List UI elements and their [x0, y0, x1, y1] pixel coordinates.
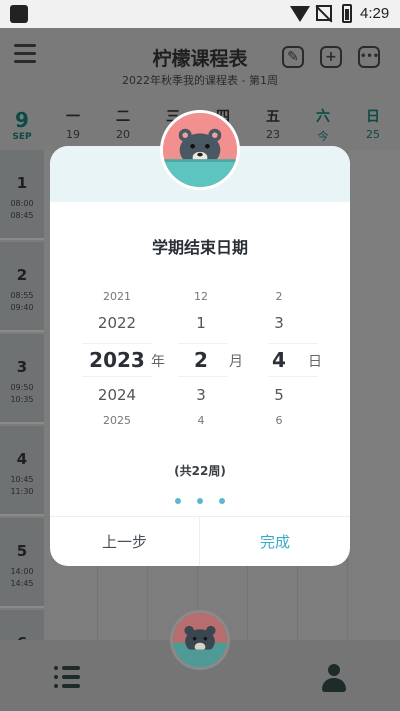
weekday-date: 今	[317, 130, 329, 143]
month-indicator: 9 SEP	[0, 108, 44, 142]
period-start: 09:50	[10, 383, 34, 392]
period-end: 10:35	[10, 395, 34, 404]
weekday-date: 25	[366, 128, 380, 141]
week-count-note: (共22周)	[174, 464, 226, 478]
period-start: 08:00	[10, 199, 34, 208]
month-unit-label: 月	[229, 354, 243, 370]
period-end: 14:45	[10, 579, 34, 588]
period-end: 11:30	[10, 487, 34, 496]
step-indicator	[50, 489, 350, 508]
picker-selected: 4	[272, 348, 286, 372]
previous-step-button[interactable]: 上一步	[50, 517, 200, 566]
year-unit-label: 年	[151, 354, 165, 370]
weekday-label: 二	[116, 109, 130, 125]
picker-option: 2	[275, 290, 283, 303]
weekday-sat[interactable]: 六 今	[298, 106, 348, 144]
picker-option: 3	[274, 314, 284, 332]
weekday-label: 五	[266, 109, 280, 125]
edit-icon[interactable]: ✎	[282, 46, 304, 68]
weekday-label: 一	[66, 109, 80, 125]
period-cell: 1 08:00 08:45	[0, 150, 44, 240]
weekday-tue[interactable]: 二 20	[98, 106, 148, 141]
picker-option: 3	[196, 386, 206, 404]
bear-icon	[163, 113, 237, 187]
period-end: 08:45	[10, 211, 34, 220]
period-number: 3	[16, 358, 28, 376]
no-signal-icon	[316, 5, 332, 21]
done-button[interactable]: 完成	[200, 517, 350, 566]
add-icon[interactable]: +	[320, 46, 342, 68]
weekday-label: 六	[316, 109, 330, 125]
semester-end-date-dialog: 学期结束日期 2021 2022 2023 2024 2025 年 12 1 2…	[50, 146, 350, 566]
weekday-fri[interactable]: 五 23	[248, 106, 298, 141]
picker-option: 6	[275, 414, 283, 427]
period-cell: 2 08:55 09:40	[0, 242, 44, 332]
period-number: 2	[16, 266, 28, 284]
bear-icon	[173, 613, 227, 667]
weekday-date: 19	[66, 128, 80, 141]
picker-option: 4	[197, 414, 205, 427]
period-end: 09:40	[10, 303, 34, 312]
picker-option: 1	[196, 314, 206, 332]
bear-avatar-button[interactable]	[170, 610, 230, 670]
weekday-label: 日	[366, 109, 380, 125]
weekday-date: 23	[266, 128, 280, 141]
picker-option: 2025	[103, 414, 131, 427]
app-notification-icon	[10, 5, 28, 23]
weekday-sun[interactable]: 日 25	[348, 106, 398, 141]
period-start: 08:55	[10, 291, 34, 300]
period-number: 1	[16, 174, 28, 192]
weekday-mon[interactable]: 一 19	[48, 106, 98, 141]
user-icon[interactable]	[322, 664, 346, 692]
period-cell: 5 14:00 14:45	[0, 518, 44, 608]
battery-icon	[342, 4, 352, 23]
day-picker[interactable]: 2 3 4 5 6	[254, 286, 304, 436]
app-header: 柠檬课程表 2022年秋季我的课程表 - 第1周 ✎ + •••	[0, 28, 400, 98]
month-picker[interactable]: 12 1 2 3 4	[176, 286, 226, 436]
dialog-title: 学期结束日期	[151, 238, 248, 257]
period-cell: 3 09:50 10:35	[0, 334, 44, 424]
status-time: 4:29	[360, 5, 390, 22]
period-start: 14:00	[10, 567, 34, 576]
picker-option: 2021	[103, 290, 131, 303]
list-icon[interactable]	[54, 666, 80, 692]
picker-option: 5	[274, 386, 284, 404]
picker-option: 2024	[97, 386, 137, 404]
month-name: SEP	[12, 132, 32, 142]
bear-avatar	[160, 110, 240, 190]
year-picker[interactable]: 2021 2022 2023 2024 2025	[82, 286, 152, 436]
period-number: 4	[16, 450, 28, 468]
status-bar: 4:29	[0, 0, 400, 28]
picker-selected: 2	[194, 348, 208, 372]
picker-option: 12	[194, 290, 208, 303]
page-subtitle: 2022年秋季我的课程表 - 第1周	[122, 74, 278, 87]
picker-selected: 2023	[89, 348, 145, 372]
more-icon[interactable]: •••	[358, 46, 380, 68]
month-number: 9	[15, 108, 29, 132]
wifi-icon	[290, 6, 310, 22]
weekday-date: 20	[116, 128, 130, 141]
picker-option: 2022	[97, 314, 137, 332]
period-start: 10:45	[10, 475, 34, 484]
dialog-actions: 上一步 完成	[50, 516, 350, 566]
period-number: 5	[16, 542, 28, 560]
day-unit-label: 日	[308, 354, 322, 370]
period-cell: 4 10:45 11:30	[0, 426, 44, 516]
